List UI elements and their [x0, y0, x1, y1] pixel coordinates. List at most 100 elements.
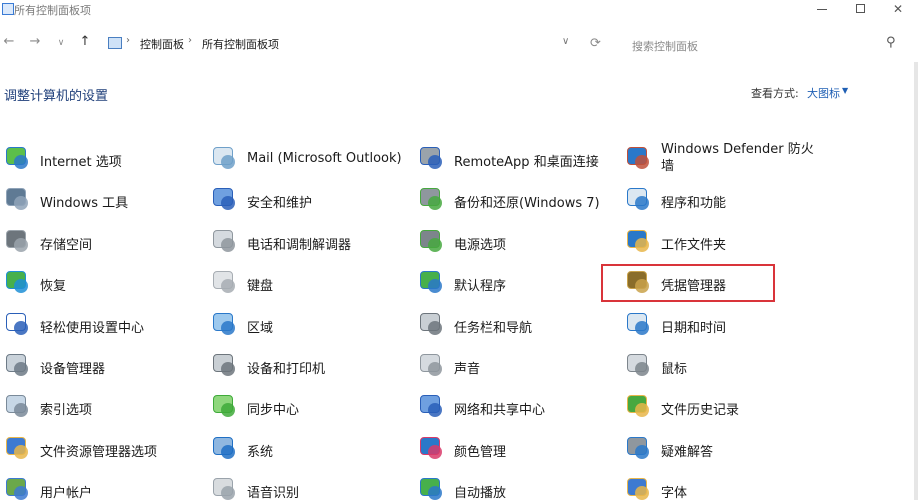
control-panel-item[interactable]: 任务栏和导航: [418, 307, 618, 343]
keyboard-icon: [211, 269, 237, 295]
control-panel-item-label: RemoteApp 和桌面连接: [454, 155, 599, 170]
control-panel-item[interactable]: 鼠标: [625, 348, 825, 384]
control-panel-item[interactable]: 电源选项: [418, 224, 618, 260]
control-panel-item[interactable]: 文件资源管理器选项: [4, 431, 204, 467]
back-arrow-icon[interactable]: ←: [0, 34, 18, 49]
firewall-icon: [625, 145, 651, 171]
control-panel-item-label: 同步中心: [247, 403, 300, 418]
search-icon[interactable]: ⚲: [886, 35, 896, 50]
refresh-icon[interactable]: ⟳: [590, 36, 601, 51]
control-panel-item-label: 存储空间: [40, 238, 93, 253]
search-input[interactable]: 搜索控制面板 ⚲: [624, 32, 914, 56]
control-panel-item-label: 鼠标: [661, 362, 688, 377]
control-panel-item[interactable]: 同步中心: [211, 389, 411, 425]
control-panel-item[interactable]: 键盘: [211, 265, 411, 301]
gears-icon: [4, 186, 30, 212]
control-panel-item[interactable]: 语音识别: [211, 472, 411, 500]
recent-locations-chevron-icon[interactable]: ∨: [52, 38, 70, 48]
breadcrumb-separator-icon[interactable]: ›: [188, 35, 192, 46]
control-panel-item[interactable]: 用户帐户: [4, 472, 204, 500]
control-panel-item[interactable]: 设备管理器: [4, 348, 204, 384]
control-panel-item[interactable]: RemoteApp 和桌面连接: [418, 141, 618, 177]
power-battery-icon: [418, 228, 444, 254]
control-panel-item[interactable]: 备份和还原(Windows 7): [418, 182, 618, 218]
default-programs-icon: [418, 269, 444, 295]
control-panel-item-label: 用户帐户: [40, 486, 93, 500]
programs-features-icon: [625, 186, 651, 212]
forward-arrow-icon[interactable]: →: [26, 34, 44, 49]
calendar-clock-icon: [625, 311, 651, 337]
region-clock-icon: [211, 311, 237, 337]
ease-of-access-icon: [4, 311, 30, 337]
control-panel-item-label: 设备管理器: [40, 362, 106, 377]
flag-icon: [211, 186, 237, 212]
control-panel-item-label: 键盘: [247, 279, 274, 294]
control-panel-item-label: 任务栏和导航: [454, 321, 533, 336]
control-panel-item[interactable]: Windows Defender 防火墙: [625, 141, 825, 177]
control-panel-item[interactable]: 网络和共享中心: [418, 389, 618, 425]
control-panel-item[interactable]: 程序和功能: [625, 182, 825, 218]
control-panel-item-label: 系统: [247, 445, 274, 460]
control-panel-item-label: 安全和维护: [247, 196, 313, 211]
control-panel-item-label: 设备和打印机: [247, 362, 326, 377]
color-management-icon: [418, 435, 444, 461]
breadcrumb-control-panel[interactable]: 控制面板: [140, 36, 184, 52]
page-title: 调整计算机的设置: [4, 89, 109, 104]
control-panel-item[interactable]: 存储空间: [4, 224, 204, 260]
control-panel-item-label: 日期和时间: [661, 321, 727, 336]
address-bar[interactable]: › 控制面板 › 所有控制面板项 ∨: [104, 32, 582, 56]
control-panel-item[interactable]: 电话和调制解调器: [211, 224, 411, 260]
control-panel-item[interactable]: Mail (Microsoft Outlook): [211, 141, 411, 177]
control-panel-item-label: 颜色管理: [454, 445, 507, 460]
globe-network-icon: [4, 145, 30, 171]
navigation-bar: ← → ∨ ↑ › 控制面板 › 所有控制面板项 ∨ ⟳ 搜索控制面板 ⚲: [0, 28, 920, 60]
control-panel-item[interactable]: Internet 选项: [4, 141, 204, 177]
control-panel-item[interactable]: 设备和打印机: [211, 348, 411, 384]
window-title: 所有控制面板项: [14, 4, 91, 17]
breadcrumb-all-items[interactable]: 所有控制面板项: [202, 36, 279, 52]
control-panel-item[interactable]: 恢复: [4, 265, 204, 301]
view-by-dropdown[interactable]: 大图标: [807, 85, 840, 101]
up-arrow-icon[interactable]: ↑: [76, 34, 94, 49]
storage-drives-icon: [4, 228, 30, 254]
user-accounts-icon: [4, 476, 30, 500]
control-panel-item-label: 文件历史记录: [661, 403, 740, 418]
control-panel-item-label: 电话和调制解调器: [247, 238, 352, 253]
control-panel-item[interactable]: 日期和时间: [625, 307, 825, 343]
control-panel-item[interactable]: 轻松使用设置中心: [4, 307, 204, 343]
control-panel-item-label: Windows 工具: [40, 196, 129, 211]
address-dropdown-icon[interactable]: ∨: [562, 36, 569, 47]
control-panel-item-label: Internet 选项: [40, 155, 122, 170]
phone-modem-icon: [211, 228, 237, 254]
sync-icon: [211, 393, 237, 419]
scrollbar[interactable]: [914, 62, 918, 500]
control-panel-item[interactable]: 安全和维护: [211, 182, 411, 218]
control-panel-item-label: 工作文件夹: [661, 238, 727, 253]
control-panel-item[interactable]: 字体: [625, 472, 825, 500]
magnifier-icon: [4, 393, 30, 419]
control-panel-item[interactable]: 颜色管理: [418, 431, 618, 467]
control-panel-item-label: 网络和共享中心: [454, 403, 546, 418]
taskbar-icon: [418, 311, 444, 337]
view-by-label: 查看方式:: [751, 87, 799, 100]
file-history-icon: [625, 393, 651, 419]
control-panel-item-label: 文件资源管理器选项: [40, 445, 158, 460]
work-folders-icon: [625, 228, 651, 254]
control-panel-item[interactable]: 声音: [418, 348, 618, 384]
breadcrumb-separator-icon[interactable]: ›: [126, 35, 130, 46]
control-panel-item[interactable]: 默认程序: [418, 265, 618, 301]
network-sharing-icon: [418, 393, 444, 419]
troubleshooting-icon: [625, 435, 651, 461]
close-button[interactable]: ✕: [876, 0, 920, 20]
maximize-icon: [855, 4, 865, 13]
control-panel-item[interactable]: 系统: [211, 431, 411, 467]
control-panel-item[interactable]: Windows 工具: [4, 182, 204, 218]
control-panel-item[interactable]: 文件历史记录: [625, 389, 825, 425]
dropdown-triangle-icon[interactable]: ▼: [842, 86, 848, 95]
control-panel-item[interactable]: 自动播放: [418, 472, 618, 500]
control-panel-item[interactable]: 区域: [211, 307, 411, 343]
control-panel-item[interactable]: 工作文件夹: [625, 224, 825, 260]
microphone-icon: [211, 476, 237, 500]
control-panel-item[interactable]: 索引选项: [4, 389, 204, 425]
control-panel-item[interactable]: 疑难解答: [625, 431, 825, 467]
